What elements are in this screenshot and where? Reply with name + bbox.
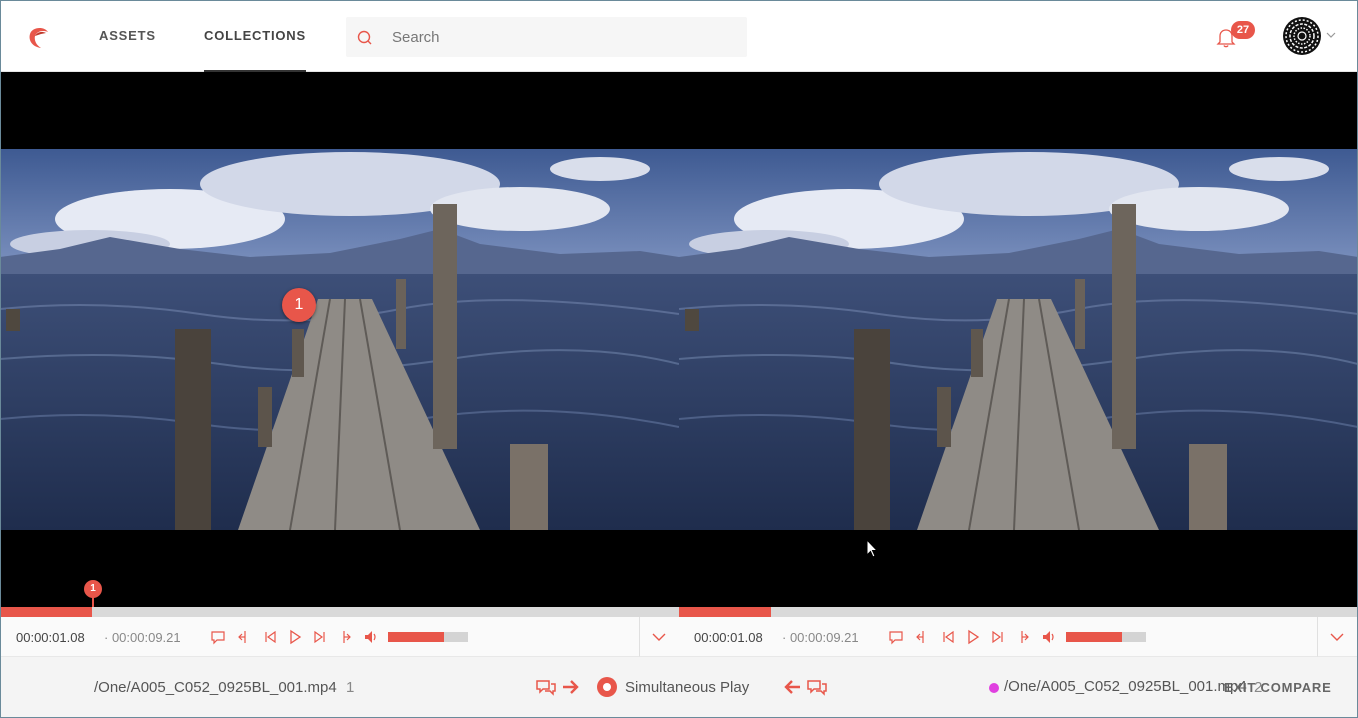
user-avatar[interactable] (1282, 16, 1322, 56)
arrow-right-icon[interactable] (560, 677, 582, 697)
chevron-down-icon[interactable] (1326, 30, 1336, 40)
nav-tab-collections[interactable]: COLLECTIONS (204, 0, 306, 72)
comment-pin-marker[interactable]: 1 (282, 288, 316, 322)
progress-bar-left[interactable] (0, 607, 679, 617)
set-in-point-icon[interactable] (237, 629, 253, 645)
comment-icon[interactable] (888, 629, 904, 645)
progress-bar-right[interactable] (679, 607, 1358, 617)
chevron-down-icon[interactable] (652, 631, 666, 643)
search-icon (357, 30, 372, 45)
duration-timecode: · 00:00:09.21 (782, 630, 859, 645)
arrow-left-icon[interactable] (781, 677, 803, 697)
volume-level (388, 632, 444, 642)
comment-icon[interactable] (210, 629, 226, 645)
expand-controls-right[interactable] (1318, 617, 1358, 657)
set-out-point-icon[interactable] (336, 629, 352, 645)
compare-video-stage: 1 1 (0, 72, 1358, 607)
chevron-down-icon[interactable] (1330, 631, 1344, 643)
right-file-path: /One/A005_C052_0925BL_001.mp4 (1004, 678, 1247, 695)
volume-icon[interactable] (363, 629, 379, 645)
volume-icon[interactable] (1041, 629, 1057, 645)
progress-fill-left (0, 607, 92, 617)
comments-icon[interactable] (806, 677, 828, 697)
simultaneous-play-toggle[interactable] (597, 677, 617, 697)
right-asset-color-dot (989, 683, 999, 693)
step-back-icon[interactable] (262, 629, 278, 645)
play-icon[interactable] (287, 629, 303, 645)
exit-compare-button[interactable]: EXIT COMPARE (1224, 680, 1332, 695)
player-controls-right: 00:00:01.08 · 00:00:09.21 (678, 617, 1318, 657)
step-forward-icon[interactable] (990, 629, 1006, 645)
comments-icon[interactable] (535, 677, 557, 697)
search-box (346, 17, 747, 57)
simultaneous-play-label: Simultaneous Play (625, 679, 750, 696)
play-icon[interactable] (965, 629, 981, 645)
current-timecode: 00:00:01.08 (16, 630, 85, 645)
set-out-point-icon[interactable] (1014, 629, 1030, 645)
duration-timecode: · 00:00:09.21 (104, 630, 181, 645)
video-thumbnail-lake-pier (679, 149, 1358, 530)
compare-footer: /One/A005_C052_0925BL_001.mp4 1 Simultan… (0, 657, 1358, 718)
timeline-marker-stem (92, 596, 94, 607)
current-timecode: 00:00:01.08 (694, 630, 763, 645)
step-forward-icon[interactable] (312, 629, 328, 645)
left-file-path: /One/A005_C052_0925BL_001.mp4 (94, 679, 337, 696)
video-frame-right[interactable] (679, 149, 1358, 530)
expand-controls-left[interactable] (640, 617, 678, 657)
set-in-point-icon[interactable] (915, 629, 931, 645)
avatar-image (1282, 16, 1322, 56)
notification-count-badge: 27 (1231, 21, 1255, 39)
nav-tab-assets[interactable]: ASSETS (99, 0, 156, 72)
volume-level (1066, 632, 1122, 642)
player-controls-left: 00:00:01.08 · 00:00:09.21 (0, 617, 640, 657)
video-frame-left[interactable] (0, 149, 679, 530)
step-back-icon[interactable] (940, 629, 956, 645)
progress-fill-right (679, 607, 771, 617)
bird-logo-icon[interactable] (22, 22, 52, 52)
top-header: ASSETS COLLECTIONS 27 (0, 0, 1358, 72)
volume-slider[interactable] (1066, 632, 1146, 642)
mouse-cursor-icon (866, 539, 878, 558)
volume-slider[interactable] (388, 632, 468, 642)
search-input[interactable] (392, 17, 732, 57)
left-file-index: 1 (346, 679, 355, 696)
video-thumbnail-lake-pier (0, 149, 679, 530)
